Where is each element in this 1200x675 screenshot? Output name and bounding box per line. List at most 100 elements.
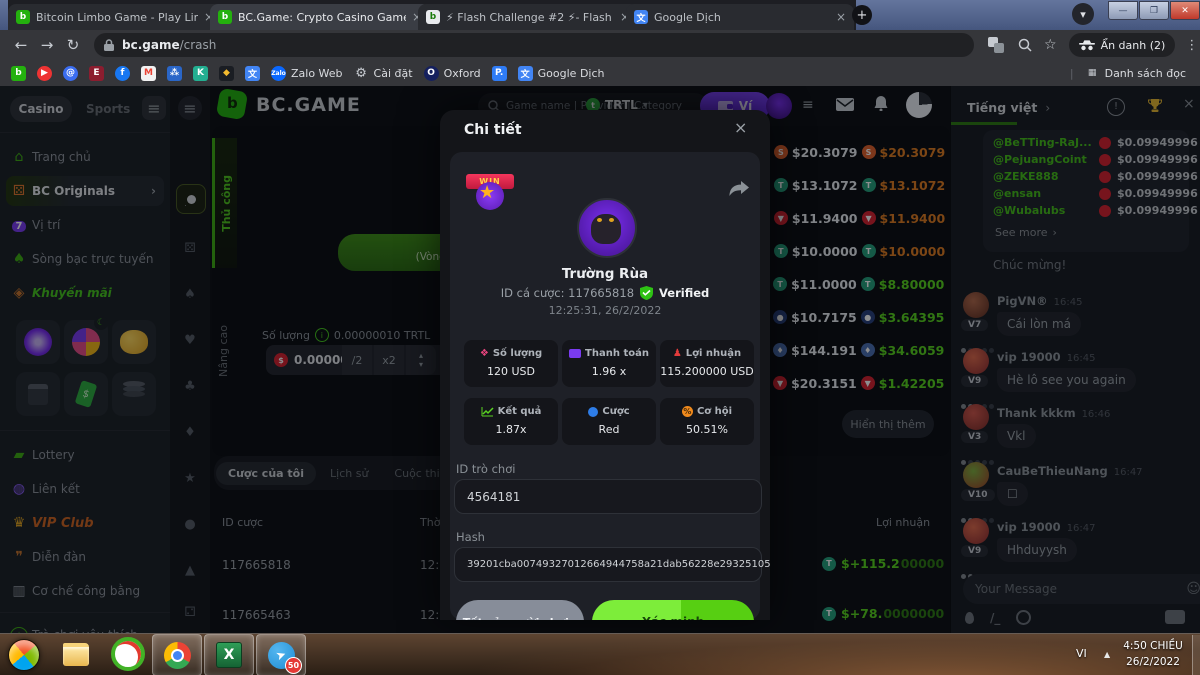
bet-details-modal: Chi tiết × WIN ★ Trường Rùa ID cá cược:: [440, 110, 770, 620]
new-tab-button[interactable]: +: [852, 5, 872, 25]
taskbar-telegram-active[interactable]: ➤ 50: [256, 634, 306, 675]
reading-list-label[interactable]: Danh sách đọc: [1105, 67, 1186, 80]
share-icon[interactable]: [728, 180, 750, 201]
translate-favicon: 文: [634, 10, 648, 24]
player-name: Trường Rùa: [440, 266, 770, 282]
stat-bet: Cược Red: [562, 398, 656, 445]
tab-search-chevron[interactable]: ▾: [1072, 3, 1094, 25]
tab-close-icon[interactable]: ×: [836, 10, 846, 24]
reload-icon[interactable]: ↻: [60, 36, 86, 54]
bookmarks-divider: |: [1070, 67, 1074, 80]
all-players-button[interactable]: Tất cả người chơi ›: [456, 600, 584, 620]
taskbar-chrome-active[interactable]: [152, 634, 202, 675]
bookmarks-bar: b ▶ @ E f M ⁂ K ◆ 文 Zalo Zalo Web ⚙ Cài …: [0, 60, 1200, 87]
window-controls: — ❐ ✕: [1108, 1, 1200, 20]
forward-icon[interactable]: →: [34, 36, 60, 54]
bet-icon: [588, 407, 598, 417]
bookmark-translate2-icon[interactable]: 文: [518, 66, 533, 81]
bookmark-binance-icon[interactable]: ◆: [219, 66, 234, 81]
maximize-button[interactable]: ❐: [1139, 1, 1169, 20]
bookmark-settings-label[interactable]: Cài đặt: [374, 67, 413, 80]
bcgame-favicon: b: [218, 10, 232, 24]
tab-title: BC.Game: Crypto Casino Games &: [238, 11, 406, 24]
bookmark-share-icon[interactable]: ⁂: [167, 66, 182, 81]
bcgame-white-favicon: b: [426, 10, 440, 24]
taskbar-excel-active[interactable]: X: [204, 634, 254, 675]
tab-title: Google Dịch: [654, 11, 746, 24]
bcgame-page: Casino Sports ≡ ⌂ Trang chủ ⚄ BC Origina…: [0, 86, 1200, 633]
start-button[interactable]: [8, 639, 40, 671]
verified-label: Verified: [659, 286, 709, 300]
window-frame-left: [0, 0, 8, 30]
close-button[interactable]: ✕: [1170, 1, 1200, 20]
bookmark-oxford-label[interactable]: Oxford: [444, 67, 481, 80]
stat-amount: ❖Số lượng 120 USD: [464, 340, 558, 387]
bookmark-zalo-icon[interactable]: Zalo: [271, 66, 286, 81]
bet-id-row: ID cá cược: 117665818 Verified: [440, 286, 770, 300]
bookmark-facebook-icon[interactable]: f: [115, 66, 130, 81]
stat-result: Kết quả 1.87x: [464, 398, 558, 445]
url-host: bc.game: [122, 38, 180, 52]
tab-limbo[interactable]: b Bitcoin Limbo Game - Play Limbo ×: [8, 4, 222, 30]
lock-icon: [104, 39, 114, 51]
bookmark-kucoin-icon[interactable]: K: [193, 66, 208, 81]
folder-icon: [63, 643, 89, 666]
zoom-icon[interactable]: [1018, 38, 1032, 52]
bookmark-e-icon[interactable]: E: [89, 66, 104, 81]
back-icon[interactable]: ←: [8, 36, 34, 54]
bookmark-gmail-icon[interactable]: M: [141, 66, 156, 81]
bet-timestamp: 12:25:31, 26/2/2022: [440, 304, 770, 317]
clock-date: 26/2/2022: [1118, 654, 1188, 670]
hash-field[interactable]: 39201cba00749327012664944758a21dab56228e…: [454, 547, 762, 582]
bookmark-zalo-label[interactable]: Zalo Web: [291, 67, 343, 80]
win-badge: WIN ★: [466, 170, 514, 212]
bookmark-at-icon[interactable]: @: [63, 66, 78, 81]
bookmark-star-icon[interactable]: ☆: [1044, 37, 1057, 53]
incognito-icon: [1079, 40, 1095, 51]
taskbar-coccoc[interactable]: [104, 634, 152, 674]
excel-icon: X: [216, 642, 242, 668]
verify-button[interactable]: Xác minh: [592, 600, 754, 620]
game-id-field[interactable]: 4564181: [454, 479, 762, 514]
tab-google-translate[interactable]: 文 Google Dịch ×: [626, 4, 854, 30]
tab-title: Bitcoin Limbo Game - Play Limbo: [36, 11, 198, 24]
bookmark-translate-icon[interactable]: 文: [245, 66, 260, 81]
address-bar[interactable]: bc.game /crash: [94, 33, 974, 57]
player-avatar[interactable]: [577, 198, 637, 258]
stat-chance: %Cơ hội 50.51%: [660, 398, 754, 445]
stat-profit: ♟Lợi nhuận 115.200000 USD: [660, 340, 754, 387]
profile-label: Ẩn danh (2): [1101, 39, 1166, 52]
bookmark-gtranslate-label[interactable]: Google Dịch: [538, 67, 605, 80]
bookmark-bcgame-icon[interactable]: b: [11, 66, 26, 81]
clock[interactable]: 4:50 CHIỀU 26/2/2022: [1118, 638, 1188, 671]
bookmark-p-icon[interactable]: P.: [492, 66, 507, 81]
win-star-icon: ★: [479, 182, 495, 203]
tray-expand-icon[interactable]: ▲: [1104, 650, 1110, 659]
tab-flash-challenge[interactable]: b ⚡ Flash Challenge #2 ⚡- Flash Ch ×: [418, 4, 638, 30]
result-chart-icon: [481, 406, 494, 417]
game-id-label: ID trò chơi: [456, 462, 515, 476]
taskbar-glass-highlight: [480, 633, 1200, 675]
reading-list-icon[interactable]: ▦: [1085, 66, 1100, 81]
minimize-button[interactable]: —: [1108, 1, 1138, 20]
modal-close-icon[interactable]: ×: [734, 118, 747, 137]
tab-bcgame-active[interactable]: b BC.Game: Crypto Casino Games & ×: [210, 4, 430, 30]
stat-payout: Thanh toán 1.96 x: [562, 340, 656, 387]
bcgame-favicon: b: [16, 10, 30, 24]
translate-icon[interactable]: [988, 37, 1004, 53]
amount-stat-icon: ❖: [480, 348, 489, 359]
settings-gear-icon[interactable]: ⚙: [354, 66, 369, 81]
bet-id-text: ID cá cược: 117665818: [501, 286, 634, 300]
profile-chip[interactable]: Ẩn danh (2): [1069, 33, 1176, 57]
chance-icon: %: [682, 406, 693, 417]
taskbar-explorer[interactable]: [52, 634, 100, 674]
menu-more-icon[interactable]: ⋮: [1185, 38, 1198, 53]
language-indicator[interactable]: VI: [1076, 647, 1087, 660]
bookmark-youtube-icon[interactable]: ▶: [37, 66, 52, 81]
chrome-icon: [164, 642, 191, 669]
show-desktop-button[interactable]: [1192, 635, 1200, 675]
coccoc-icon: [111, 637, 145, 671]
browser-toolbar: ← → ↻ bc.game /crash ☆ Ẩn danh (2) ⋮: [0, 30, 1200, 60]
bookmark-oxford-icon[interactable]: O: [424, 66, 439, 81]
payout-card-icon: [569, 349, 581, 358]
